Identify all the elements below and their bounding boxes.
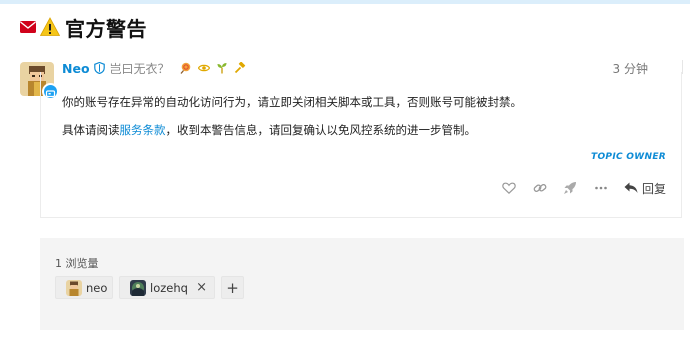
- terms-of-service-link[interactable]: 服务条款: [120, 123, 166, 137]
- envelope-icon: [20, 21, 36, 33]
- ellipsis-icon[interactable]: [594, 181, 608, 195]
- remove-filter-icon[interactable]: ×: [196, 280, 207, 295]
- add-filter-button[interactable]: +: [221, 276, 244, 299]
- avatar: [66, 279, 82, 296]
- header-strip: [0, 0, 690, 4]
- page-title: 官方警告: [65, 16, 147, 41]
- viewer-name: neo: [86, 280, 108, 295]
- rocket-icon[interactable]: [563, 181, 577, 195]
- post-actions: 回复: [0, 178, 690, 198]
- topic-views-panel: 1 浏览量 neo lozehq × +: [40, 238, 684, 330]
- reply-label: 回复: [642, 181, 667, 196]
- viewer-chip-neo[interactable]: neo: [55, 276, 113, 299]
- heart-icon[interactable]: [502, 181, 516, 195]
- link-icon[interactable]: [533, 181, 547, 195]
- post-paragraph-1: 你的账号存在异常的自动化访问行为，请立即关闭相关脚本或工具，否则账号可能被封禁。: [62, 95, 522, 109]
- paragraph-2-prefix: 具体请阅读: [62, 123, 120, 137]
- topic-title-row: 官方警告: [20, 14, 147, 41]
- reply-button[interactable]: 回复: [624, 178, 666, 198]
- viewer-chip-lozehq[interactable]: lozehq ×: [119, 276, 215, 299]
- views-count: 1 浏览量: [55, 257, 99, 270]
- reply-icon: [624, 182, 638, 193]
- timeline-divider: [682, 60, 683, 74]
- viewer-name: lozehq: [150, 280, 188, 295]
- avatar: [130, 279, 146, 296]
- paragraph-2-suffix: ，收到本警告信息，请回复确认以免风控系统的进一步管制。: [165, 123, 477, 137]
- post-paragraph-2: 具体请阅读服务条款，收到本警告信息，请回复确认以免风控系统的进一步管制。: [62, 122, 476, 138]
- topic-owner-badge: TOPIC OWNER: [591, 152, 666, 162]
- warning-icon: [40, 17, 60, 36]
